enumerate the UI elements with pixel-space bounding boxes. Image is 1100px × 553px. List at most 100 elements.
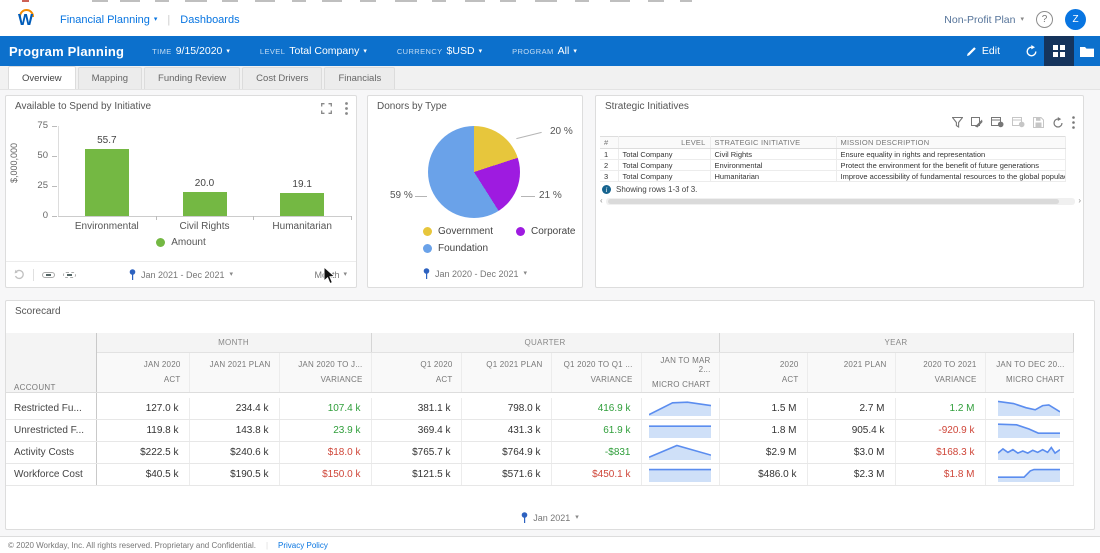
column-header[interactable]: JAN TO DEC 20... MICRO CHART (985, 352, 1074, 393)
time-range-selector[interactable]: Jan 2020 - Dec 2021 ▾ (368, 268, 582, 279)
x-category-label: Environmental (74, 221, 139, 232)
privacy-policy-link[interactable]: Privacy Policy (278, 541, 328, 550)
plan-selector[interactable]: Non-Profit Plan ▾ (944, 14, 1024, 26)
dashboard-canvas: Available to Spend by Initiative $,000,0… (0, 90, 1100, 536)
strategic-initiatives-panel: Strategic Initiatives # LEVEL STRATEGIC IN… (595, 95, 1084, 288)
refresh-icon[interactable] (1052, 116, 1064, 129)
fullscreen-icon[interactable] (321, 103, 332, 114)
app-menu[interactable]: Financial Planning ▾ (60, 14, 157, 26)
currency-filter[interactable]: CURRENCY $USD ▾ (397, 45, 482, 57)
sparkline-chart (649, 442, 711, 460)
leader-line (521, 196, 535, 197)
bar-civil rights[interactable] (182, 192, 227, 216)
value-cell: $3.0 M (807, 441, 896, 464)
chevron-down-icon: ▾ (573, 47, 577, 55)
horizontal-scrollbar[interactable]: ‹ › (600, 197, 1081, 205)
column-header[interactable]: Q1 2020 TO Q1 ... VARIANCE (551, 352, 642, 393)
top-bar: W Financial Planning ▾ | Dashboards Non-… (0, 3, 1100, 36)
pin-icon (129, 269, 136, 280)
legend-item-corporate: Corporate (516, 226, 602, 237)
account-column-header[interactable]: ACCOUNT (6, 333, 97, 393)
pie-chart-panel: Donors by Type 20 % 21 % 59 % Government… (367, 95, 583, 288)
time-selector[interactable]: Jan 2021 ▾ (6, 512, 1094, 523)
table-remove-icon[interactable] (1012, 117, 1025, 128)
legend-swatch (423, 227, 432, 236)
table-row[interactable]: 3 Total Company Humanitarian Improve access… (600, 170, 1066, 182)
chevron-down-icon: ▾ (1020, 16, 1024, 23)
column-header[interactable]: JAN TO MAR 2... MICRO CHART (641, 352, 720, 393)
bar-humanitarian[interactable] (280, 193, 325, 216)
chevron-down-icon: ▾ (343, 271, 347, 278)
column-header[interactable]: 2020 ACT (719, 352, 808, 393)
column-header[interactable]: JAN 2021 PLAN (189, 352, 280, 393)
scorecard-row[interactable]: Activity Costs $222.5 k $240.6 k $18.0 k $76… (6, 441, 1074, 464)
column-header[interactable]: JAN 2020 TO J... VARIANCE (279, 352, 372, 393)
column-header[interactable]: STRATEGIC INITIATIVE (710, 136, 837, 149)
scroll-left-icon[interactable]: ‹ (600, 197, 603, 205)
value-cell: 1.2 M (895, 398, 986, 420)
table-row[interactable]: 1 Total Company Civil Rights Ensure equalit… (600, 148, 1066, 160)
value-cell: $764.9 k (461, 441, 552, 464)
page-footer: © 2020 Workday, Inc. All rights reserved… (0, 536, 1100, 553)
bar-environmental[interactable] (84, 149, 129, 216)
column-header[interactable]: 2020 TO 2021 VARIANCE (895, 352, 986, 393)
x-axis-line (58, 216, 351, 217)
micro-chart-cell (985, 463, 1074, 486)
value-cell: 143.8 k (189, 419, 280, 442)
time-range-selector[interactable]: Jan 2021 - Dec 2021 ▾ (6, 269, 356, 280)
column-header[interactable]: # (600, 136, 619, 149)
copyright-text: © 2020 Workday, Inc. All rights reserved… (8, 540, 256, 550)
avatar[interactable]: Z (1065, 9, 1086, 30)
account-label: Restricted Fu... (6, 398, 97, 420)
edit-button[interactable]: Edit (966, 45, 1000, 57)
program-filter[interactable]: PROGRAM All ▾ (512, 45, 577, 57)
value-cell: $150.0 k (279, 463, 372, 486)
sparkline-chart (649, 464, 711, 482)
pie-chart[interactable] (428, 126, 520, 218)
filter-icon[interactable] (952, 117, 963, 128)
tab-overview[interactable]: Overview (8, 66, 76, 89)
tab-mapping[interactable]: Mapping (77, 67, 143, 89)
micro-chart-cell (641, 419, 720, 442)
column-header[interactable]: LEVEL (618, 136, 711, 149)
micro-chart-cell (641, 463, 720, 486)
folder-button[interactable] (1074, 36, 1100, 66)
scorecard-row[interactable]: Workforce Cost $40.5 k $190.5 k $150.0 k $12… (6, 463, 1074, 486)
y-axis-title: $,000,000 (9, 142, 20, 184)
table-settings-icon[interactable] (991, 117, 1004, 128)
scrollbar-thumb[interactable] (607, 198, 1059, 204)
breadcrumb-dashboards[interactable]: Dashboards (180, 14, 239, 26)
workday-logo[interactable]: W (18, 8, 38, 31)
tab-cost-drivers[interactable]: Cost Drivers (242, 67, 323, 89)
scorecard-row[interactable]: Unrestricted F... 119.8 k 143.8 k 23.9 k 369… (6, 419, 1074, 442)
scorecard-row[interactable]: Restricted Fu... 127.0 k 234.4 k 107.4 k 381… (6, 398, 1074, 420)
column-header[interactable]: MISSION DESCRIPTION (836, 136, 1066, 149)
tab-financials[interactable]: Financials (324, 67, 396, 89)
time-filter[interactable]: TIME 9/15/2020 ▾ (152, 45, 230, 57)
tab-funding-review[interactable]: Funding Review (144, 67, 241, 89)
bar-chart-panel: Available to Spend by Initiative $,000,0… (5, 95, 357, 288)
help-icon[interactable]: ? (1036, 11, 1053, 28)
column-header[interactable]: Q1 2020 ACT (371, 352, 462, 393)
column-header[interactable]: Q1 2021 PLAN (461, 352, 552, 393)
kebab-icon[interactable] (1072, 116, 1075, 129)
chevron-down-icon: ▾ (575, 514, 579, 521)
refresh-button[interactable] (1018, 36, 1044, 66)
column-header[interactable]: 2021 PLAN (807, 352, 896, 393)
y-tick-label: 25 (22, 180, 57, 191)
legend-swatch (156, 238, 166, 247)
table-row[interactable]: 2 Total Company Environmental Protect the e… (600, 159, 1066, 171)
value-cell: 369.4 k (371, 419, 462, 442)
micro-chart-cell (985, 398, 1074, 420)
folder-icon (1080, 47, 1094, 57)
bar-value-label: 19.1 (292, 179, 312, 191)
save-icon[interactable] (1033, 117, 1044, 128)
dashboard-header-bar: Program Planning TIME 9/15/2020 ▾ LEVEL … (0, 36, 1100, 66)
sparkline-chart (998, 398, 1060, 416)
scroll-right-icon[interactable]: › (1078, 197, 1081, 205)
table-edit-icon[interactable] (971, 117, 983, 128)
kebab-icon[interactable] (345, 102, 348, 115)
dashboards-grid-button[interactable] (1044, 36, 1074, 66)
level-filter[interactable]: LEVEL Total Company ▾ (260, 45, 367, 57)
column-header[interactable]: JAN 2020 ACT (96, 352, 190, 393)
